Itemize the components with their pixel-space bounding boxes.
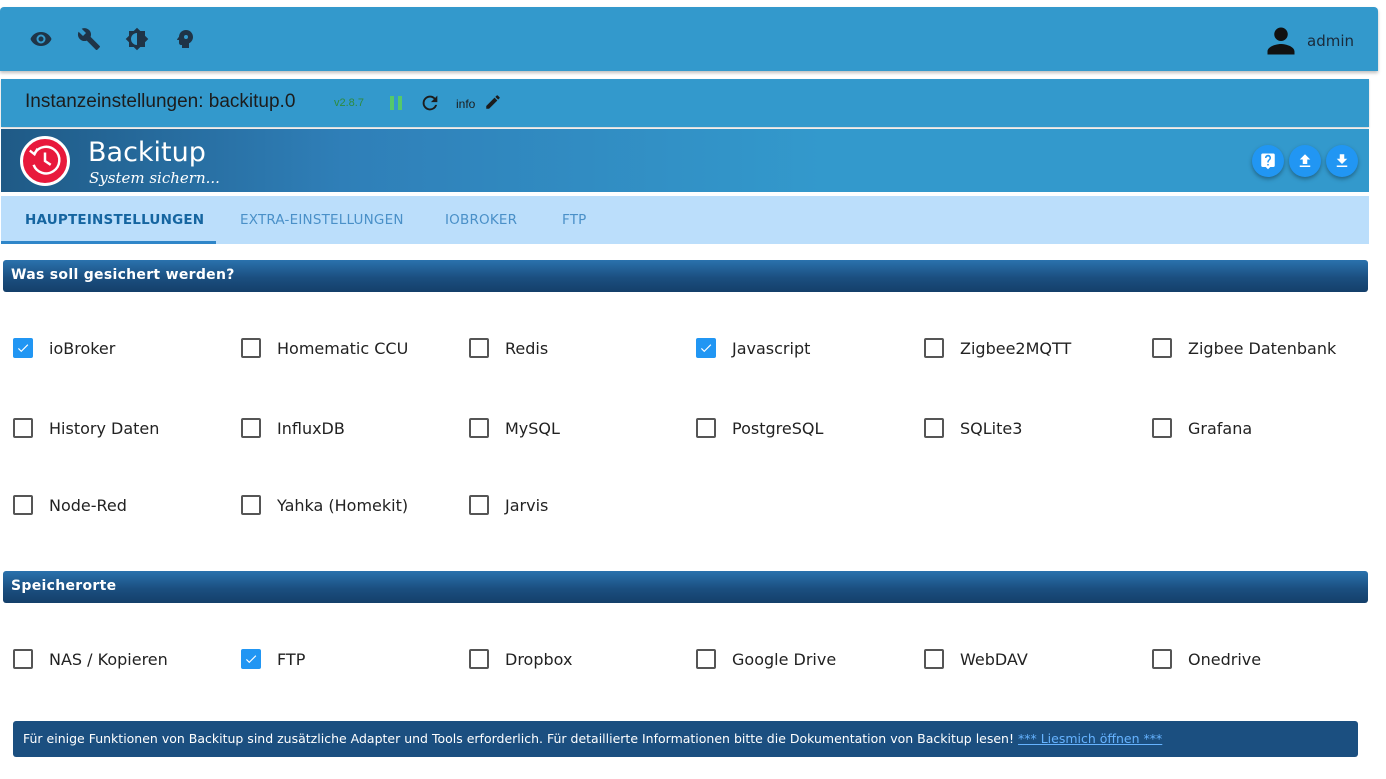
checkbox-label: Zigbee2MQTT: [960, 338, 1072, 358]
backup-option-zigbee-datenbank[interactable]: Zigbee Datenbank: [1152, 338, 1336, 358]
backup-option-redis[interactable]: Redis: [469, 338, 548, 358]
backup-option-node-red[interactable]: Node-Red: [13, 495, 127, 515]
adapter-banner: Backitup System sichern...: [1, 129, 1369, 192]
eye-icon[interactable]: [28, 26, 54, 52]
page-title: Instanzeinstellungen: backitup.0: [25, 91, 296, 112]
checkbox-unchecked[interactable]: [696, 418, 716, 438]
checkbox-unchecked[interactable]: [924, 649, 944, 669]
checkbox-label: Zigbee Datenbank: [1188, 338, 1337, 358]
backup-option-grafana[interactable]: Grafana: [1152, 418, 1252, 438]
username: admin: [1307, 32, 1354, 50]
storage-option-webdav[interactable]: WebDAV: [924, 649, 1028, 669]
readme-link[interactable]: *** Liesmich öffnen ***: [1018, 731, 1162, 746]
checkbox-unchecked[interactable]: [469, 418, 489, 438]
info-label: info: [456, 97, 476, 111]
backup-option-postgresql[interactable]: PostgreSQL: [696, 418, 823, 438]
storage-option-onedrive[interactable]: Onedrive: [1152, 649, 1261, 669]
tab-ftp[interactable]: FTP: [562, 196, 587, 244]
checkbox-unchecked[interactable]: [13, 495, 33, 515]
checkbox-label: InfluxDB: [277, 418, 345, 438]
backup-option-mysql[interactable]: MySQL: [469, 418, 560, 438]
checkbox-label: WebDAV: [960, 649, 1028, 669]
checkbox-label: Dropbox: [505, 649, 573, 669]
checkbox-unchecked[interactable]: [1152, 649, 1172, 669]
tab-haupteinstellungen[interactable]: HAUPTEINSTELLUNGEN: [25, 196, 204, 244]
user-menu[interactable]: admin: [1263, 23, 1354, 59]
backup-option-iobroker[interactable]: ioBroker: [13, 338, 115, 358]
checkbox-label: History Daten: [49, 418, 160, 438]
section-header-storage: Speicherorte: [3, 571, 1368, 603]
reload-icon[interactable]: [419, 92, 441, 118]
checkbox-unchecked[interactable]: [469, 338, 489, 358]
checkbox-unchecked[interactable]: [469, 495, 489, 515]
pause-icon[interactable]: [389, 95, 403, 115]
edit-icon[interactable]: [484, 93, 502, 115]
adapter-name: Backitup: [88, 137, 206, 168]
checkbox-checked[interactable]: [13, 338, 33, 358]
checkbox-unchecked[interactable]: [696, 649, 716, 669]
checkbox-label: Jarvis: [505, 495, 549, 515]
info-note: Für einige Funktionen von Backitup sind …: [13, 721, 1358, 757]
checkbox-unchecked[interactable]: [1152, 418, 1172, 438]
backup-option-yahka-homekit[interactable]: Yahka (Homekit): [241, 495, 408, 515]
brightness-icon[interactable]: [124, 26, 150, 52]
upload-button[interactable]: [1289, 145, 1321, 177]
checkbox-unchecked[interactable]: [13, 649, 33, 669]
checkbox-label: Javascript: [732, 338, 811, 358]
checkbox-label: Redis: [505, 338, 549, 358]
download-icon: [1336, 154, 1348, 167]
checkbox-unchecked[interactable]: [924, 418, 944, 438]
checkbox-label: PostgreSQL: [732, 418, 824, 438]
storage-option-nas-kopieren[interactable]: NAS / Kopieren: [13, 649, 168, 669]
checkbox-label: MySQL: [505, 418, 560, 438]
checkbox-unchecked[interactable]: [924, 338, 944, 358]
backup-option-zigbee2mqtt[interactable]: Zigbee2MQTT: [924, 338, 1071, 358]
account-icon: [1267, 27, 1295, 55]
section-header-backup: Was soll gesichert werden?: [3, 260, 1368, 292]
checkbox-unchecked[interactable]: [469, 649, 489, 669]
checkbox-unchecked[interactable]: [241, 338, 261, 358]
wrench-icon[interactable]: [76, 26, 102, 52]
version-label: v2.8.7: [334, 97, 364, 109]
storage-option-ftp[interactable]: FTP: [241, 649, 305, 669]
checkbox-unchecked[interactable]: [241, 418, 261, 438]
adapter-subtitle: System sichern...: [89, 169, 220, 187]
checkbox-label: FTP: [277, 649, 306, 669]
backup-option-javascript[interactable]: Javascript: [696, 338, 810, 358]
checkbox-unchecked[interactable]: [1152, 338, 1172, 358]
help-icon: [1261, 153, 1275, 170]
head-icon[interactable]: [172, 26, 198, 52]
checkbox-label: Homematic CCU: [277, 338, 409, 358]
checkbox-unchecked[interactable]: [13, 418, 33, 438]
storage-option-dropbox[interactable]: Dropbox: [469, 649, 572, 669]
checkbox-label: ioBroker: [49, 338, 116, 358]
tab-iobroker[interactable]: IOBROKER: [445, 196, 517, 244]
instance-header: Instanzeinstellungen: backitup.0 v2.8.7 …: [1, 79, 1369, 127]
checkbox-checked[interactable]: [696, 338, 716, 358]
info-note-text: Für einige Funktionen von Backitup sind …: [23, 731, 1018, 746]
help-button[interactable]: [1252, 145, 1284, 177]
backup-option-history-daten[interactable]: History Daten: [13, 418, 159, 438]
backup-option-homematic-ccu[interactable]: Homematic CCU: [241, 338, 408, 358]
settings-tabs: HAUPTEINSTELLUNGEN EXTRA-EINSTELLUNGEN I…: [1, 196, 1369, 244]
storage-option-google-drive[interactable]: Google Drive: [696, 649, 836, 669]
backup-option-influxdb[interactable]: InfluxDB: [241, 418, 345, 438]
checkbox-label: Node-Red: [49, 495, 127, 515]
backitup-logo: [20, 136, 70, 186]
app-bar: admin: [0, 7, 1378, 71]
checkbox-label: Grafana: [1188, 418, 1253, 438]
checkbox-label: NAS / Kopieren: [49, 649, 168, 669]
backup-option-jarvis[interactable]: Jarvis: [469, 495, 548, 515]
upload-icon: [1299, 154, 1311, 167]
checkbox-checked[interactable]: [241, 649, 261, 669]
backup-option-sqlite3[interactable]: SQLite3: [924, 418, 1022, 438]
checkbox-label: Google Drive: [732, 649, 837, 669]
download-button[interactable]: [1326, 145, 1358, 177]
checkbox-label: Onedrive: [1188, 649, 1262, 669]
checkbox-label: Yahka (Homekit): [277, 495, 409, 515]
checkbox-unchecked[interactable]: [241, 495, 261, 515]
checkbox-label: SQLite3: [960, 418, 1023, 438]
tab-extra-einstellungen[interactable]: EXTRA-EINSTELLUNGEN: [240, 196, 404, 244]
active-tab-indicator: [1, 241, 216, 244]
